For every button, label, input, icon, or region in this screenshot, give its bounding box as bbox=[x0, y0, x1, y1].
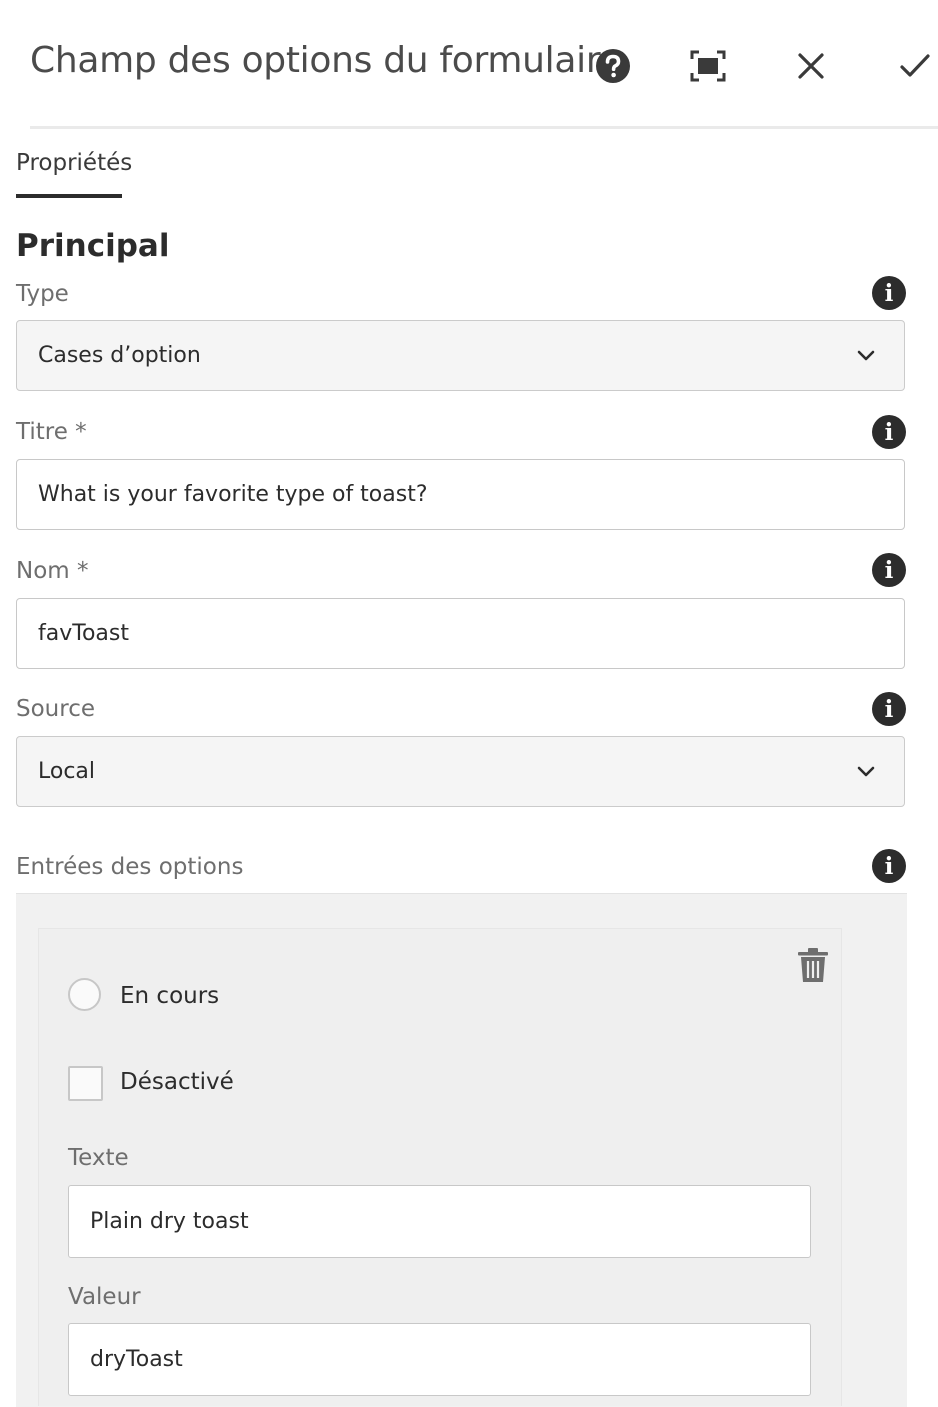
help-icon bbox=[596, 49, 630, 83]
disabled-checkbox[interactable] bbox=[68, 1066, 103, 1101]
type-label: Type bbox=[16, 281, 69, 307]
type-select[interactable]: Cases d’option bbox=[16, 320, 905, 391]
info-icon[interactable]: i bbox=[872, 553, 906, 587]
title-label: Titre * bbox=[16, 419, 87, 445]
name-input[interactable]: favToast bbox=[16, 598, 905, 669]
name-label: Nom * bbox=[16, 558, 89, 584]
help-button[interactable] bbox=[591, 44, 635, 88]
info-icon[interactable]: i bbox=[872, 276, 906, 310]
confirm-icon bbox=[900, 54, 930, 77]
disabled-checkbox-label: Désactivé bbox=[120, 1069, 234, 1095]
source-select[interactable]: Local bbox=[16, 736, 905, 807]
header-divider bbox=[30, 126, 938, 129]
chevron-down-icon bbox=[857, 350, 875, 361]
source-label: Source bbox=[16, 696, 95, 722]
default-radio-label: En cours bbox=[120, 983, 220, 1009]
active-tab-indicator bbox=[16, 194, 122, 198]
section-heading: Principal bbox=[16, 228, 170, 264]
fullscreen-icon bbox=[690, 50, 726, 82]
trash-icon bbox=[798, 948, 828, 982]
option-text-input[interactable]: Plain dry toast bbox=[68, 1185, 811, 1258]
option-value-input[interactable]: dryToast bbox=[68, 1323, 811, 1396]
dialog-title: Champ des options du formulaire bbox=[30, 40, 622, 81]
default-radio[interactable] bbox=[68, 978, 101, 1011]
option-text-label: Texte bbox=[68, 1145, 129, 1171]
info-icon[interactable]: i bbox=[872, 849, 906, 883]
title-input[interactable]: What is your favorite type of toast? bbox=[16, 459, 905, 530]
chevron-down-icon bbox=[857, 766, 875, 777]
option-value-label: Valeur bbox=[68, 1284, 141, 1310]
type-select-value: Cases d’option bbox=[38, 343, 201, 368]
info-icon[interactable]: i bbox=[872, 415, 906, 449]
delete-option-button[interactable] bbox=[796, 946, 834, 986]
info-icon[interactable]: i bbox=[872, 692, 906, 726]
source-select-value: Local bbox=[38, 759, 96, 784]
confirm-button[interactable] bbox=[893, 44, 937, 88]
options-label: Entrées des options bbox=[16, 854, 244, 880]
close-button[interactable] bbox=[789, 44, 833, 88]
fullscreen-button[interactable] bbox=[686, 44, 730, 88]
tab-properties[interactable]: Propriétés bbox=[16, 150, 132, 176]
close-icon bbox=[798, 53, 824, 79]
